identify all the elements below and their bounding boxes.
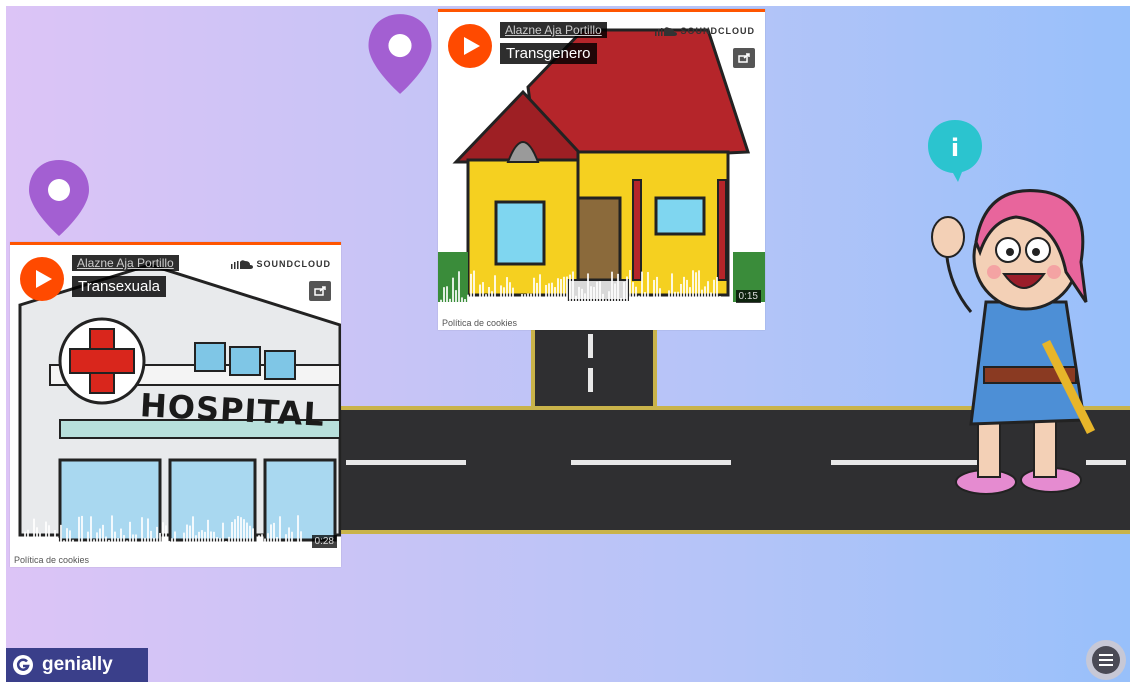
menu-button[interactable]	[1086, 640, 1126, 680]
waveform[interactable]: 0:15	[438, 262, 765, 306]
play-icon	[36, 270, 52, 288]
soundcloud-player-transexuala: HOSPITAL Alazne Aja Portillo Transexuala…	[10, 242, 341, 567]
waveform[interactable]: 0:28	[10, 507, 341, 551]
share-button[interactable]	[733, 48, 755, 68]
road-marking	[588, 334, 593, 358]
artist-link[interactable]: Alazne Aja Portillo	[500, 22, 607, 38]
share-icon	[314, 286, 326, 296]
play-button[interactable]	[20, 257, 64, 301]
genially-wordmark: genially	[42, 654, 113, 675]
share-button[interactable]	[309, 281, 331, 301]
artist-link[interactable]: Alazne Aja Portillo	[72, 255, 179, 271]
road-marking	[571, 460, 731, 465]
soundcloud-logo[interactable]: SOUNDCLOUD	[654, 26, 756, 36]
play-button[interactable]	[448, 24, 492, 68]
map-pin-icon	[29, 160, 89, 236]
share-icon	[738, 53, 750, 63]
play-icon	[464, 37, 480, 55]
track-title[interactable]: Transexuala	[72, 276, 166, 297]
track-title[interactable]: Transgenero	[500, 43, 597, 64]
genially-logo-icon	[13, 655, 33, 675]
waveform-bars	[12, 515, 302, 551]
info-glyph: i	[951, 134, 959, 162]
location-pin-house[interactable]	[364, 12, 436, 101]
soundcloud-player-transgenero: Alazne Aja Portillo Transgenero SOUNDCLO…	[438, 9, 765, 330]
track-duration: 0:28	[311, 535, 337, 548]
soundcloud-label: SOUNDCLOUD	[256, 259, 331, 269]
waveform-bars	[440, 270, 724, 306]
track-duration: 0:15	[735, 290, 761, 303]
hamburger-icon	[1099, 654, 1113, 666]
road-marking	[346, 460, 466, 465]
map-pin-icon	[368, 14, 432, 94]
soundcloud-logo[interactable]: SOUNDCLOUD	[230, 259, 332, 269]
cookie-policy-link[interactable]: Política de cookies	[442, 318, 517, 328]
soundcloud-icon	[230, 260, 253, 269]
genially-canvas: HOSPITAL Alazne Aja Portillo Transexuala…	[6, 6, 1130, 682]
cookie-policy-link[interactable]: Política de cookies	[14, 555, 89, 565]
location-pin-hospital[interactable]	[26, 158, 92, 243]
pirate-character	[916, 162, 1106, 502]
road-marking	[588, 368, 593, 392]
genially-brand-badge[interactable]: genially	[6, 648, 148, 682]
soundcloud-label: SOUNDCLOUD	[680, 26, 755, 36]
soundcloud-icon	[654, 27, 677, 36]
